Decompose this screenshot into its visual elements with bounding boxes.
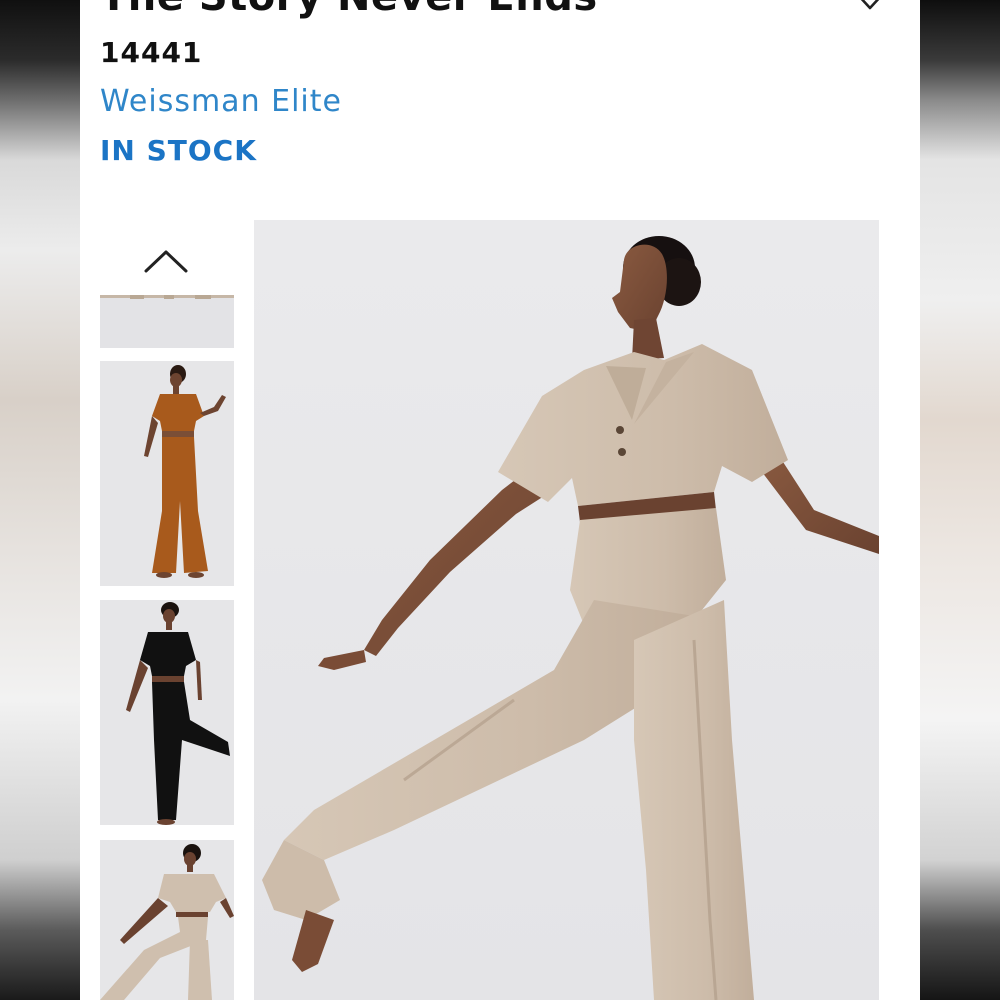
dancer-illustration (254, 220, 879, 1000)
thumbnail-tan-outfit[interactable] (100, 840, 234, 1000)
thumbnail-black-outfit[interactable] (100, 600, 234, 825)
heart-outline-icon (860, 0, 880, 10)
thumbnail-scroll-up-button[interactable] (142, 244, 190, 276)
wishlist-button[interactable] (854, 0, 886, 12)
thumbnail-rust-outfit[interactable] (100, 361, 234, 586)
stock-status: IN STOCK (100, 134, 257, 167)
product-title: The Story Never Ends (100, 0, 598, 20)
product-page: The Story Never Ends 14441 Weissman Elit… (80, 0, 920, 1000)
chevron-up-icon (144, 250, 188, 273)
brand-link[interactable]: Weissman Elite (100, 84, 342, 119)
product-sku: 14441 (100, 36, 203, 69)
screen-backdrop-right (920, 0, 1000, 1000)
thumbnail-partial[interactable] (100, 295, 234, 348)
main-product-image[interactable] (254, 220, 879, 1000)
